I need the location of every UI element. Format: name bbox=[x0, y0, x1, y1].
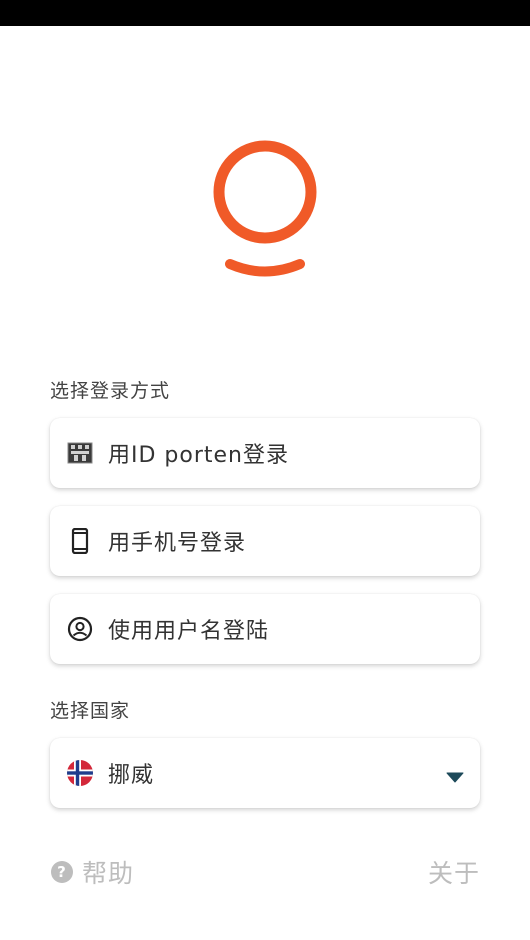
help-label: 帮助 bbox=[82, 859, 135, 888]
smartphone-icon bbox=[67, 528, 93, 554]
country-select[interactable]: 挪威 bbox=[50, 738, 480, 808]
login-method-title: 选择登录方式 bbox=[50, 380, 171, 402]
help-circle-icon: ? bbox=[50, 860, 74, 884]
login-idporten-label: 用ID porten登录 bbox=[108, 443, 289, 468]
login-phone-label: 用手机号登录 bbox=[108, 531, 247, 556]
svg-text:?: ? bbox=[57, 863, 67, 881]
status-bar bbox=[0, 0, 530, 26]
login-idporten-button[interactable]: 用ID porten登录 bbox=[50, 418, 480, 488]
country-title: 选择国家 bbox=[50, 700, 131, 722]
castle-icon bbox=[67, 440, 93, 466]
account-circle-icon bbox=[67, 616, 93, 642]
brand-logo-icon bbox=[213, 140, 317, 277]
country-selected-label: 挪威 bbox=[108, 763, 155, 788]
about-link[interactable]: 关于 bbox=[428, 852, 480, 892]
login-username-label: 使用用户名登陆 bbox=[108, 619, 270, 644]
login-username-button[interactable]: 使用用户名登陆 bbox=[50, 594, 480, 664]
norway-flag-icon bbox=[67, 760, 93, 786]
about-label: 关于 bbox=[427, 859, 480, 888]
dropdown-arrow-icon bbox=[446, 768, 464, 787]
help-link[interactable]: ? 帮助 bbox=[50, 852, 134, 892]
login-phone-button[interactable]: 用手机号登录 bbox=[50, 506, 480, 576]
